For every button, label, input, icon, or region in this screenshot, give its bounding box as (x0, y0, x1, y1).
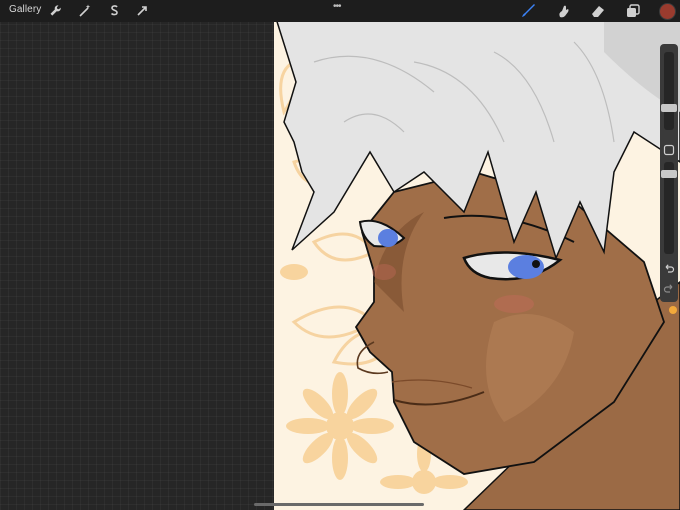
side-toolbar (660, 44, 678, 302)
more-options-button[interactable]: ••• (333, 1, 341, 12)
undo-icon[interactable] (663, 262, 675, 274)
artwork-canvas[interactable] (274, 22, 680, 510)
home-indicator (254, 503, 424, 506)
opacity-slider[interactable] (661, 162, 677, 254)
brush-size-slider[interactable] (661, 52, 677, 130)
redo-icon[interactable] (663, 282, 675, 294)
brush-icon[interactable] (520, 3, 536, 19)
smudge-icon[interactable] (556, 3, 572, 19)
color-picker-button[interactable] (659, 3, 676, 20)
magic-wand-icon[interactable] (77, 3, 93, 19)
brush-size-thumb[interactable] (661, 104, 677, 112)
layers-icon[interactable] (625, 3, 641, 19)
arrow-cursor-icon[interactable] (134, 3, 150, 19)
square-icon[interactable] (663, 144, 675, 156)
opacity-thumb[interactable] (661, 170, 677, 178)
gallery-button[interactable]: Gallery (9, 4, 41, 15)
selection-s-icon[interactable] (106, 3, 122, 19)
eraser-icon[interactable] (590, 3, 606, 19)
wrench-icon[interactable] (48, 3, 64, 19)
top-toolbar: Gallery ••• (0, 0, 680, 22)
artwork-illustration (274, 22, 680, 510)
color-indicator-dot (669, 306, 677, 314)
